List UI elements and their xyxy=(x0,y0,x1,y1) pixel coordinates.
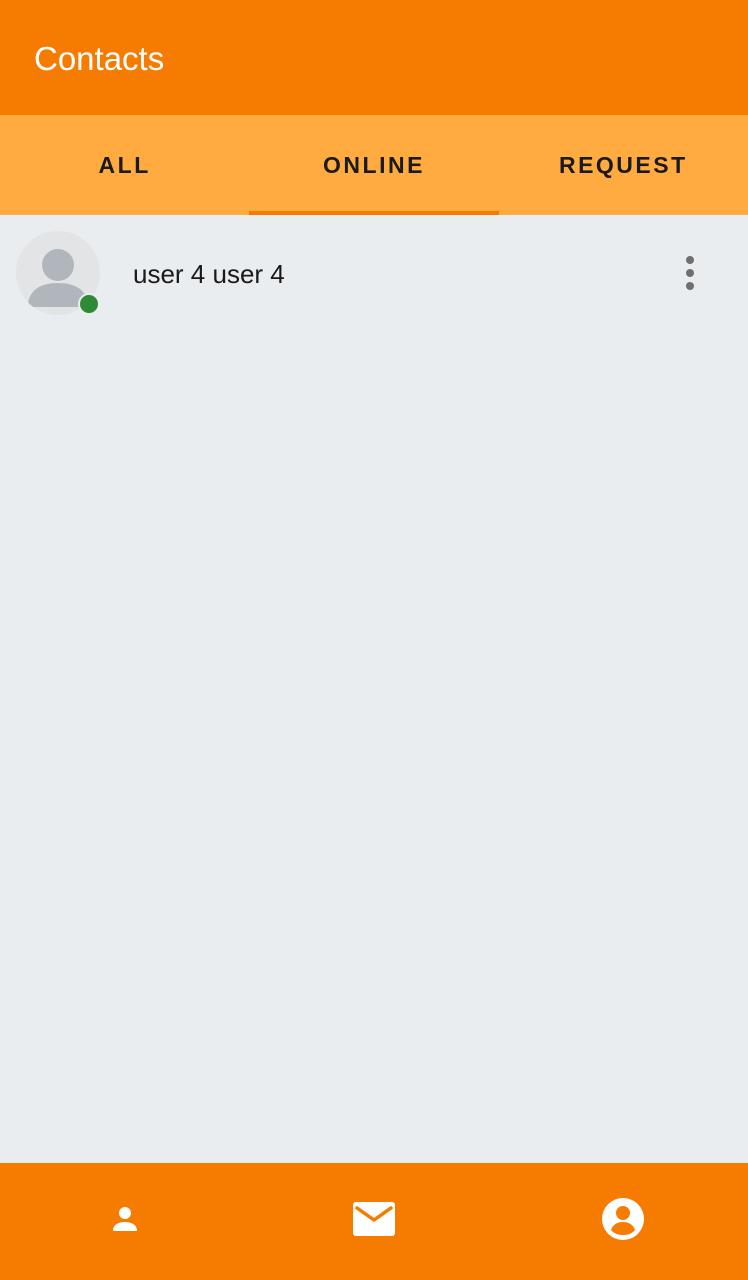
tab-bar: ALL ONLINE REQUEST xyxy=(0,115,748,215)
page-title: Contacts xyxy=(34,40,165,77)
app-bar: Contacts xyxy=(0,0,748,115)
person-icon xyxy=(107,1201,143,1242)
bottom-navigation xyxy=(0,1163,748,1280)
contact-list: user 4 user 4 xyxy=(0,215,748,1163)
nav-messages[interactable] xyxy=(249,1163,498,1280)
tab-all[interactable]: ALL xyxy=(0,115,249,215)
list-item[interactable]: user 4 user 4 xyxy=(0,215,748,333)
tab-request[interactable]: REQUEST xyxy=(499,115,748,215)
nav-profile[interactable] xyxy=(499,1163,748,1280)
tab-online[interactable]: ONLINE xyxy=(249,115,499,215)
contact-name: user 4 user 4 xyxy=(133,259,285,289)
online-status-indicator xyxy=(78,293,100,315)
mail-icon xyxy=(352,1201,396,1242)
nav-contacts[interactable] xyxy=(0,1163,249,1280)
account-circle-icon xyxy=(601,1197,645,1246)
more-vert-icon[interactable] xyxy=(668,251,712,295)
